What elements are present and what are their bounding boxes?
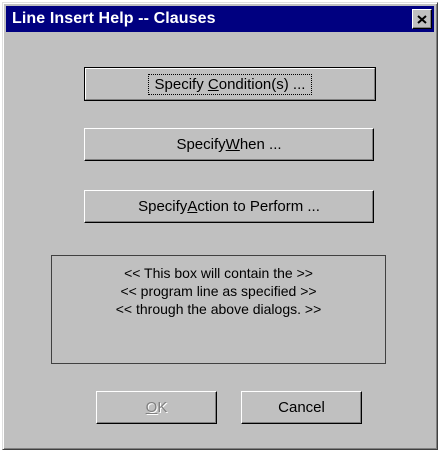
- ok-label-post: K: [157, 399, 168, 416]
- title-bar[interactable]: Line Insert Help -- Clauses: [6, 6, 434, 32]
- cancel-label: Cancel: [278, 399, 325, 416]
- preview-line-3: << through the above dialogs. >>: [115, 301, 322, 317]
- preview-line-1: << This box will contain the >>: [124, 265, 313, 281]
- condition-label-key: C: [207, 75, 219, 93]
- when-label-pre: Specify: [176, 136, 226, 153]
- preview-line-2: << program line as specified >>: [120, 283, 317, 299]
- clauses-dialog: Line Insert Help -- Clauses Specify Cond…: [2, 2, 438, 450]
- dialog-title: Line Insert Help -- Clauses: [12, 10, 216, 27]
- cancel-button[interactable]: Cancel: [241, 391, 362, 424]
- specify-when-button[interactable]: Specify When ...: [84, 128, 374, 161]
- specify-action-button[interactable]: Specify Action to Perform ...: [84, 190, 374, 223]
- when-label-key: W: [225, 136, 240, 153]
- ok-button[interactable]: OK: [96, 391, 217, 424]
- specify-condition-button[interactable]: Specify Condition(s) ...: [84, 67, 376, 101]
- action-label-post: ction to Perform ...: [197, 198, 320, 215]
- when-label-post: hen ...: [239, 136, 282, 153]
- condition-label-pre: Specify: [154, 75, 208, 93]
- close-x-icon: [417, 14, 427, 24]
- focus-indicator: Specify Condition(s) ...: [147, 73, 313, 95]
- close-button[interactable]: [412, 9, 432, 29]
- program-line-preview: << This box will contain the >> << progr…: [51, 255, 386, 364]
- ok-label-key: O: [145, 399, 158, 416]
- condition-label-post: ondition(s) ...: [218, 75, 306, 93]
- action-label-key: A: [187, 198, 198, 215]
- action-label-pre: Specify: [138, 198, 188, 215]
